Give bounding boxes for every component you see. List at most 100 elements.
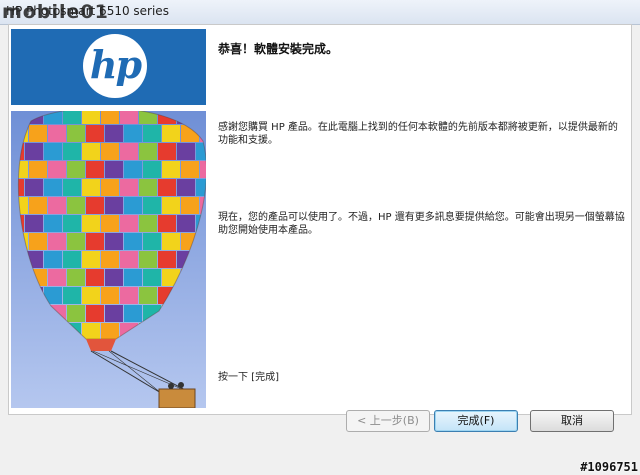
balloon-patch — [63, 179, 81, 196]
balloon-patch — [67, 161, 85, 178]
balloon-patch — [63, 215, 81, 232]
balloon-patch — [143, 161, 161, 178]
balloon-patch — [139, 179, 157, 196]
balloon-patch — [44, 143, 62, 160]
balloon-patch — [82, 287, 100, 304]
balloon-patch — [25, 143, 43, 160]
balloon-patch — [200, 161, 206, 178]
balloon-patch — [67, 305, 85, 322]
balloon-patch — [143, 197, 161, 214]
balloon-patch — [124, 233, 142, 250]
balloon-patch — [63, 251, 81, 268]
hp-logo-text: hp — [89, 42, 142, 87]
balloon-patch — [44, 215, 62, 232]
balloon-patch — [162, 161, 180, 178]
balloon-patch — [162, 233, 180, 250]
finish-button[interactable]: 完成(F) — [434, 410, 518, 432]
balloon-patch — [124, 269, 142, 286]
balloon-patch — [177, 215, 195, 232]
balloon-patch — [105, 305, 123, 322]
balloon-patch — [101, 251, 119, 268]
balloon-patch — [86, 197, 104, 214]
balloon-patch — [143, 233, 161, 250]
balloon-patch — [86, 305, 104, 322]
balloon-patch — [162, 125, 180, 142]
back-button[interactable]: < 上一步(B) — [346, 410, 430, 432]
balloon-patch — [124, 161, 142, 178]
watermark-logo: mobile01 — [2, 1, 109, 23]
balloon-patch — [120, 287, 138, 304]
balloon-patch — [82, 179, 100, 196]
balloon-patch — [63, 111, 81, 124]
balloon-patch — [101, 111, 119, 124]
balloon-patch — [67, 269, 85, 286]
balloon-patch — [63, 143, 81, 160]
balloon-patch — [101, 323, 119, 339]
balloon-patch — [124, 125, 142, 142]
balloon-patch — [105, 269, 123, 286]
hp-logo: hp — [83, 34, 147, 98]
balloon-patch — [158, 215, 176, 232]
balloon-patch — [44, 251, 62, 268]
balloon-patch — [124, 197, 142, 214]
title-bar: HP Photosmart 6510 series mobile01 — [0, 0, 640, 25]
balloon-patch — [177, 179, 195, 196]
balloon-patch — [67, 197, 85, 214]
hp-logo-banner: hp — [11, 29, 206, 105]
balloon-patch — [139, 287, 157, 304]
balloon-patch — [101, 179, 119, 196]
balloon-patch — [105, 161, 123, 178]
image-id-badge: #1096751 — [580, 460, 638, 474]
click-finish-hint: 按一下 [完成] — [218, 372, 279, 383]
balloon-patch — [25, 215, 43, 232]
balloon-patch — [181, 161, 199, 178]
balloon-patch — [120, 111, 138, 124]
balloon-patch — [120, 215, 138, 232]
balloon-patch — [139, 251, 157, 268]
balloon-patch — [29, 125, 47, 142]
balloon-patch — [181, 197, 199, 214]
balloon-patch — [101, 215, 119, 232]
balloon-patch — [101, 287, 119, 304]
balloon-patch — [158, 179, 176, 196]
balloon-patch — [162, 197, 180, 214]
balloon-patch — [101, 143, 119, 160]
balloon-patch — [158, 251, 176, 268]
balloon-patch — [82, 143, 100, 160]
balloon-patch — [105, 233, 123, 250]
balloon-patch — [86, 161, 104, 178]
thank-you-text: 感謝您購買 HP 產品。在此電腦上找到的任何本軟體的先前版本都將被更新，以提供最… — [218, 122, 618, 146]
balloon-patch — [48, 197, 66, 214]
wizard-panel: hp 恭喜！軟體安裝完成。 感謝您購買 HP 產品。在此電腦上找到的任何本軟體的… — [8, 24, 632, 415]
balloon-patch — [177, 143, 195, 160]
balloon-patch — [105, 197, 123, 214]
balloon-illustration — [11, 111, 206, 408]
product-ready-text: 現在，您的產品可以使用了。不過，HP 還有更多訊息要提供給您。可能會出現另一個螢… — [218, 212, 625, 236]
balloon-patch — [120, 143, 138, 160]
balloon-patch — [67, 233, 85, 250]
balloon-patch — [124, 305, 142, 322]
balloon-patch — [120, 179, 138, 196]
balloon-patch — [120, 251, 138, 268]
balloon-patch — [139, 215, 157, 232]
balloon-patch — [82, 111, 100, 124]
balloon-patch — [143, 125, 161, 142]
balloon-patch — [143, 269, 161, 286]
balloon-patch — [63, 287, 81, 304]
balloon-patch — [105, 125, 123, 142]
balloon-patch — [29, 233, 47, 250]
balloon-patch — [29, 161, 47, 178]
balloon-patch — [82, 251, 100, 268]
balloon-patch — [67, 125, 85, 142]
balloon-patch — [25, 179, 43, 196]
balloon-patch — [48, 125, 66, 142]
balloon-patch — [86, 269, 104, 286]
hot-air-balloon-image — [11, 111, 206, 408]
balloon-patch — [86, 125, 104, 142]
cancel-button[interactable]: 取消 — [530, 410, 614, 432]
balloon-patch — [48, 233, 66, 250]
balloon-patch — [158, 143, 176, 160]
balloon-patch — [44, 179, 62, 196]
balloon-patch — [139, 143, 157, 160]
balloon-patch — [48, 269, 66, 286]
